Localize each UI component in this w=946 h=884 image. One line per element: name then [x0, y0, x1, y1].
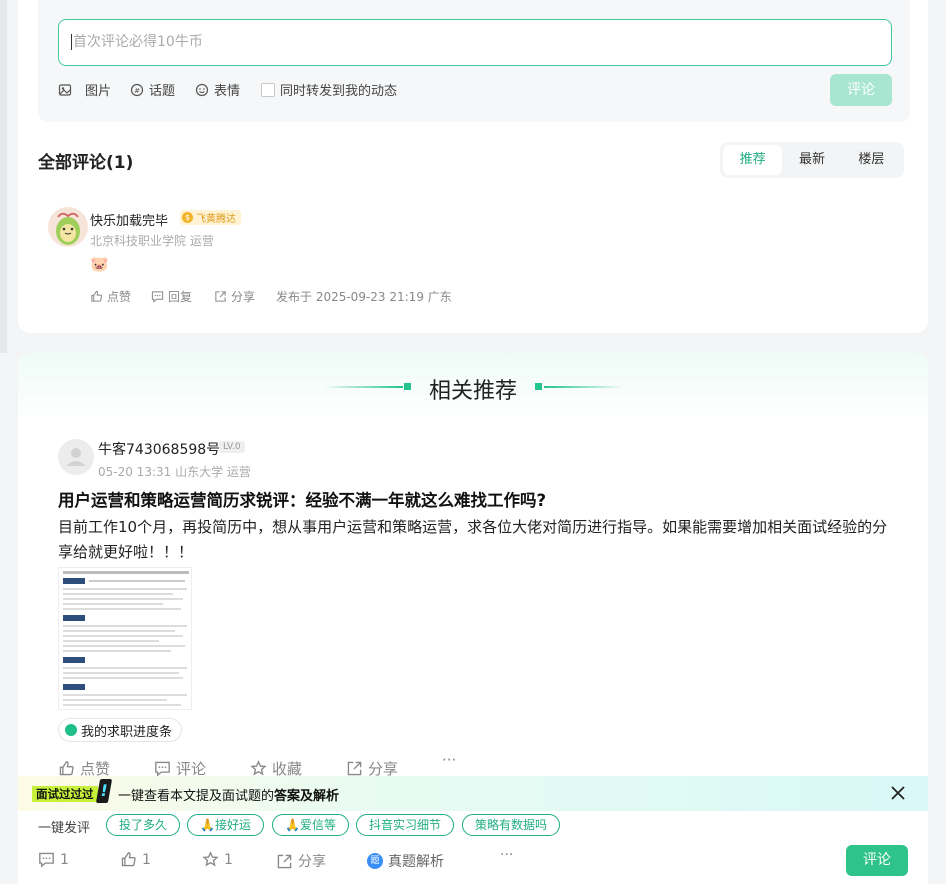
- forward-to-feed-checkbox[interactable]: 同时转发到我的动态: [261, 80, 397, 99]
- star-icon: [202, 851, 219, 867]
- topic-dot-icon: [65, 724, 77, 736]
- zhenti-label: 真题解析: [388, 854, 444, 870]
- bottom-like-button[interactable]: 1: [120, 851, 151, 868]
- comment-like-button[interactable]: 点赞: [90, 288, 131, 305]
- avocado-avatar-icon: [56, 212, 80, 245]
- star-count: 1: [224, 851, 233, 868]
- zhenti-analysis-button[interactable]: 题 真题解析: [367, 851, 444, 871]
- comment-button[interactable]: 评论: [846, 845, 908, 876]
- published-label: 发布于 2025-09-23 21:19 广东: [276, 290, 452, 304]
- avatar[interactable]: [48, 207, 88, 247]
- page-left-edge: [0, 0, 7, 353]
- default-user-icon: [66, 448, 86, 466]
- quick-reply-chip[interactable]: 投了多久: [106, 814, 181, 836]
- checkbox-box[interactable]: [261, 82, 275, 97]
- coin-icon: $: [182, 212, 193, 223]
- submit-comment-button[interactable]: 评论: [830, 74, 892, 106]
- topic-label: 话题: [149, 84, 176, 99]
- zhenti-icon: 题: [367, 853, 383, 869]
- post-topic-label: 我的求职进度条: [81, 724, 173, 740]
- level-badge: LV.0: [219, 441, 245, 453]
- comment-published-time: 发布于 2025-09-23 21:19 广东: [276, 288, 452, 305]
- comment-content: 🐷: [90, 255, 109, 273]
- insert-topic-button[interactable]: # 话题: [130, 80, 175, 99]
- all-comments-title: 全部评论(1): [38, 153, 134, 173]
- thumbs-up-icon: [91, 290, 102, 302]
- emoji-label: 表情: [214, 84, 241, 99]
- text-cursor: [71, 34, 72, 50]
- topic-icon: #: [130, 83, 144, 96]
- comment-user-subtitle: 北京科技职业学院 运营: [90, 234, 214, 248]
- answer-banner[interactable]: 面试过过过 ! 一键查看本文提及面试题的答案及解析: [18, 776, 928, 811]
- comment-share-button[interactable]: 分享: [214, 288, 255, 305]
- comment-reply-button[interactable]: 回复: [151, 288, 192, 305]
- comment-share-label: 分享: [231, 290, 256, 304]
- more-icon: ···: [442, 751, 457, 769]
- share-label: 分享: [298, 854, 326, 870]
- banner-text-prefix: 一键查看本文提及面试题的: [118, 789, 275, 804]
- share-icon: [277, 854, 292, 868]
- forward-label: 同时转发到我的动态: [280, 84, 398, 99]
- avatar[interactable]: [58, 439, 94, 475]
- exclamation-icon: !: [95, 779, 113, 803]
- resume-thumbnail[interactable]: [58, 567, 192, 710]
- image-label: 图片: [85, 84, 112, 99]
- post-username[interactable]: 牛客743068598号: [98, 439, 220, 459]
- status-badge: $ 飞黄腾达: [180, 210, 241, 225]
- post-topic-tag[interactable]: 我的求职进度条: [58, 718, 183, 742]
- badge-label: 飞黄腾达: [196, 214, 236, 225]
- thumbs-up-icon: [121, 852, 136, 867]
- bottom-star-button[interactable]: 1: [202, 851, 233, 868]
- title-decoration-right: [544, 386, 624, 388]
- quick-reply-chip[interactable]: 🙏接好运: [187, 814, 264, 836]
- image-icon: [58, 83, 72, 96]
- thumbs-up-icon: [59, 761, 74, 776]
- comment-input-placeholder: 首次评论必得10牛币: [73, 34, 203, 50]
- banner-badge: 面试过过过: [32, 786, 98, 802]
- banner-text: 一键查看本文提及面试题的答案及解析: [118, 785, 339, 804]
- bottom-share-button[interactable]: 分享: [276, 851, 326, 871]
- bottom-comment-count[interactable]: 1: [38, 851, 69, 868]
- tab-recommended[interactable]: 推荐: [723, 145, 783, 175]
- tab-floor[interactable]: 楼层: [842, 145, 901, 175]
- emoji-icon: [195, 83, 209, 96]
- reply-icon: [151, 291, 164, 303]
- comment-icon: [155, 761, 170, 777]
- post-title[interactable]: 用户运营和策略运营简历求锐评：经验不满一年就这么难找工作吗?: [58, 487, 546, 511]
- svg-text:#: #: [134, 87, 140, 95]
- post-meta: 05-20 13:31 山东大学 运营: [98, 465, 251, 479]
- quick-reply-chip[interactable]: 策略有数据吗: [462, 814, 561, 836]
- comment-icon: [39, 852, 54, 868]
- recommend-title: 相关推荐: [428, 379, 517, 404]
- comment-panel: 首次评论必得10牛币 图片 # 话题 表情 同时转发到我的动态 评论 全部评论(…: [18, 0, 928, 333]
- quick-reply-chip[interactable]: 抖音实习细节: [356, 814, 455, 836]
- title-decoration-dot-right: [535, 383, 542, 390]
- comment-input[interactable]: 首次评论必得10牛币: [58, 19, 892, 66]
- star-icon: [250, 760, 267, 776]
- sort-tabs: 推荐 最新 楼层: [720, 142, 904, 178]
- tab-latest[interactable]: 最新: [782, 145, 841, 175]
- quick-reply-chip[interactable]: 🙏爱信等: [272, 814, 349, 836]
- close-icon[interactable]: [890, 785, 906, 801]
- resume-image: [63, 571, 189, 706]
- banner-text-highlight: 答案及解析: [274, 789, 340, 804]
- comment-count: 1: [60, 851, 69, 868]
- share-icon: [347, 761, 362, 776]
- comment-username[interactable]: 快乐加载完毕: [90, 210, 168, 229]
- quick-reply-label: 一键发评: [38, 821, 91, 836]
- post-more-button[interactable]: ···: [442, 751, 456, 769]
- post-body[interactable]: 目前工作10个月，再投简历中，想从事用户运营和策略运营，求各位大佬对简历进行指导…: [58, 515, 898, 565]
- insert-emoji-button[interactable]: 表情: [195, 80, 240, 99]
- more-icon: ···: [500, 847, 514, 863]
- comment-reply-label: 回复: [168, 290, 193, 304]
- comment-like-label: 点赞: [107, 290, 132, 304]
- share-icon: [215, 291, 226, 302]
- bottom-more-button[interactable]: ···: [500, 847, 513, 863]
- insert-image-button[interactable]: 图片: [58, 80, 111, 99]
- like-count: 1: [142, 851, 151, 868]
